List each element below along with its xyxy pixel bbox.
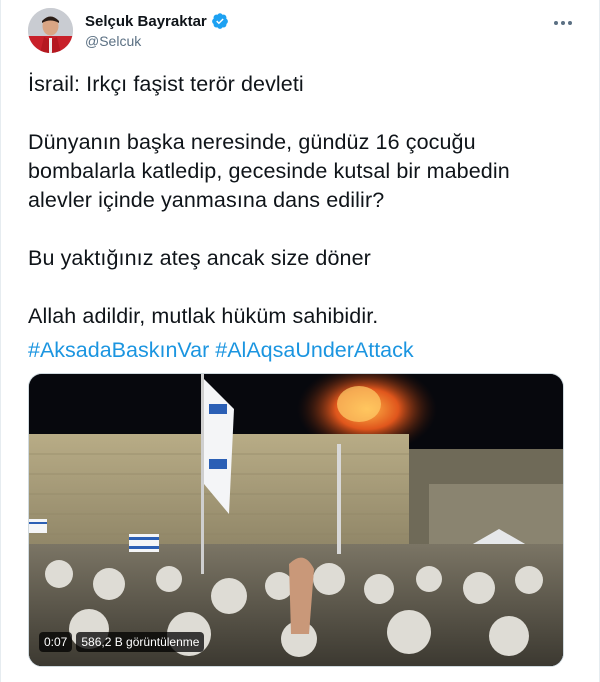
video-overlay: 0:07 586,2 B görüntülenme <box>39 632 205 652</box>
more-dots-icon <box>554 21 572 25</box>
author-names: Selçuk Bayraktar @Selcuk <box>85 12 229 49</box>
video-player[interactable]: 0:07 586,2 B görüntülenme <box>28 373 564 667</box>
more-options-button[interactable] <box>548 8 578 38</box>
tweet-header: Selçuk Bayraktar @Selcuk <box>28 8 578 54</box>
verified-badge-icon <box>211 12 229 30</box>
avatar[interactable] <box>28 8 73 53</box>
tweet-text: İsrail: Irkçı faşist terör devleti Dünya… <box>28 70 573 360</box>
video-thumbnail <box>29 374 563 666</box>
tweet-paragraph: Dünyanın başka neresinde, gündüz 16 çocu… <box>28 130 510 212</box>
author-handle[interactable]: @Selcuk <box>85 33 229 49</box>
tweet-paragraph: Bu yaktığınız ateş ancak size döner <box>28 246 371 270</box>
tweet-paragraph: İsrail: Irkçı faşist terör devleti <box>28 72 304 96</box>
name-row: Selçuk Bayraktar <box>85 12 229 30</box>
tweet-paragraph: Allah adildir, mutlak hüküm sahibidir. <box>28 304 379 328</box>
video-view-count: 586,2 B görüntülenme <box>76 632 205 652</box>
author-display-name[interactable]: Selçuk Bayraktar <box>85 13 207 30</box>
hashtag-row: #AksadaBaskınVar #AlAqsaUnderAttack <box>28 338 414 363</box>
hashtag-link[interactable]: #AksadaBaskınVar <box>28 338 209 362</box>
tweet-card: Selçuk Bayraktar @Selcuk İsrail: Irkçı f… <box>0 0 600 682</box>
hashtag-link[interactable]: #AlAqsaUnderAttack <box>215 338 413 362</box>
video-duration: 0:07 <box>39 632 73 652</box>
